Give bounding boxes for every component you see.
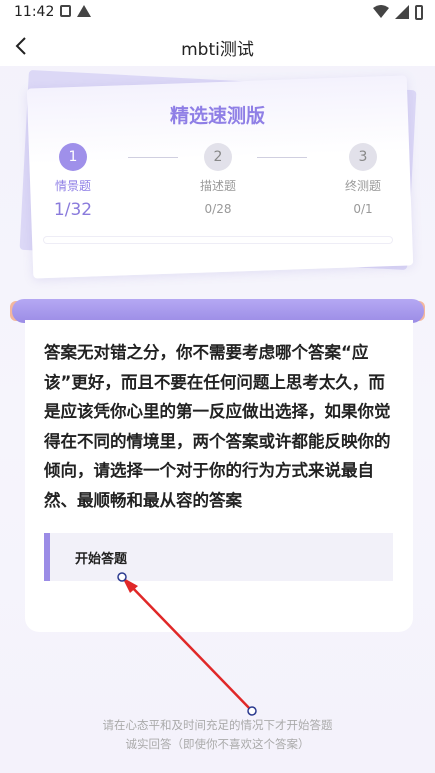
progress-card-title: 精选速测版 <box>169 105 265 127</box>
step-2-count: 0/28 <box>204 202 232 216</box>
step-2-number: 2 <box>204 143 232 171</box>
instructions-text: 答案无对错之分，你不需要考虑哪个答案“应该”更好，而且不要在任何问题上思考太久，… <box>44 343 391 510</box>
battery-icon <box>415 4 423 20</box>
footer-line-1: 请在心态平和及时间充足的情况下才开始答题 <box>102 718 333 732</box>
signal-icon <box>395 5 409 19</box>
status-bar: 11:42 <box>0 0 435 26</box>
wifi-icon <box>373 5 389 18</box>
step-connector <box>257 157 307 158</box>
footer-line-2: 诚实回答（即使你不喜欢这个答案） <box>125 737 310 751</box>
title-bar: mbti测试 <box>0 26 435 66</box>
step-1: 1 情景题 1/32 <box>43 143 103 220</box>
step-3-label: 终测题 <box>344 179 381 193</box>
start-quiz-label: 开始答题 <box>75 551 128 567</box>
page-title: mbti测试 <box>181 40 254 60</box>
status-time: 11:42 <box>14 4 55 20</box>
notification-square-icon <box>60 5 71 17</box>
footer-notes: 请在心态平和及时间充足的情况下才开始答题 诚实回答（即使你不喜欢这个答案） <box>0 716 435 754</box>
step-3-count: 0/1 <box>353 202 373 216</box>
step-2-label: 描述题 <box>199 179 236 193</box>
step-1-label: 情景题 <box>54 179 91 193</box>
step-3: 3 终测题 0/1 <box>333 143 393 216</box>
step-connector <box>128 157 178 158</box>
warning-icon <box>77 5 91 17</box>
start-quiz-button[interactable]: 开始答题 <box>44 533 393 581</box>
step-3-number: 3 <box>349 143 377 171</box>
status-system-icons <box>373 4 423 20</box>
step-1-number: 1 <box>59 143 87 171</box>
step-2: 2 描述题 0/28 <box>188 143 248 216</box>
status-notification-icons <box>60 5 91 17</box>
progress-bar <box>44 237 392 243</box>
step-1-count: 1/32 <box>53 200 93 220</box>
source-point-icon <box>247 706 257 716</box>
